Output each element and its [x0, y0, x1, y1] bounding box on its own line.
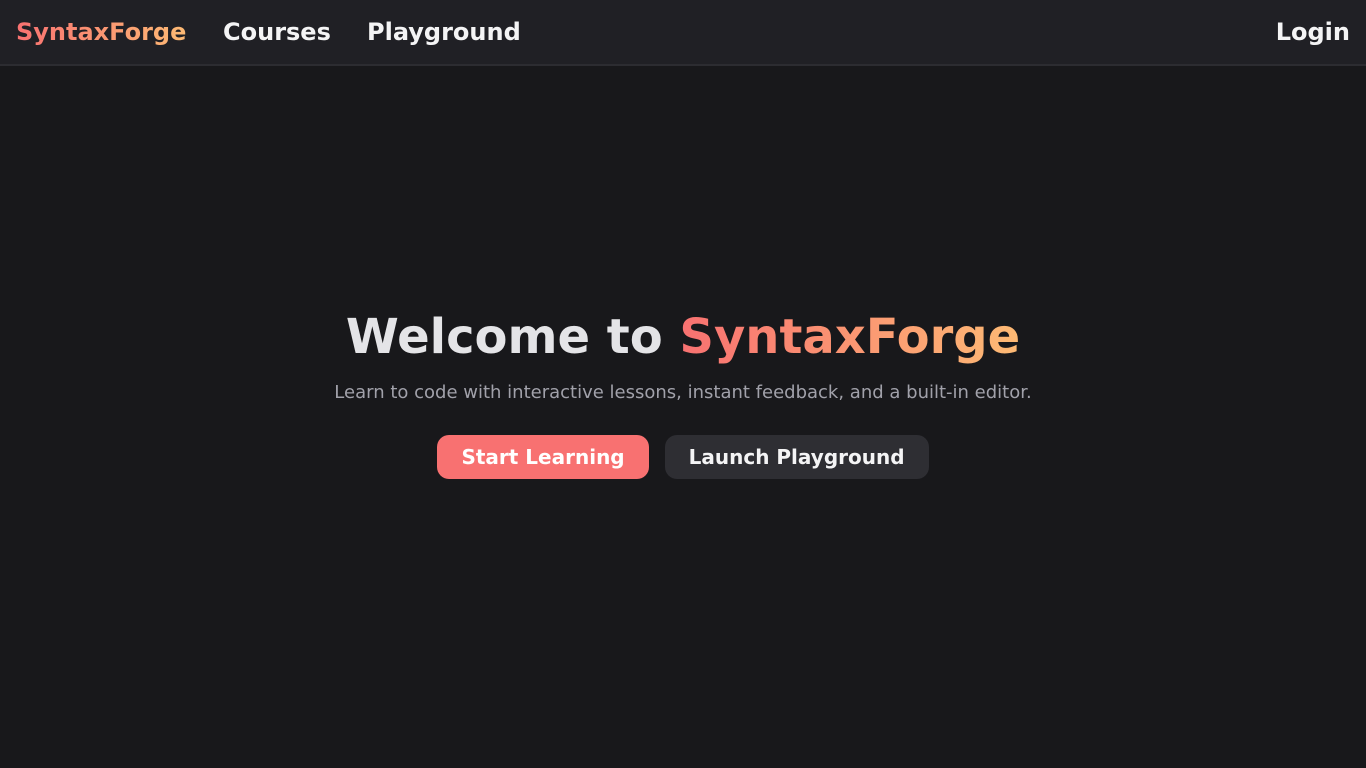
- hero-section: Welcome to SyntaxForge Learn to code wit…: [0, 306, 1366, 479]
- nav-link-playground[interactable]: Playground: [367, 0, 521, 64]
- hero-title-brand: SyntaxForge: [679, 309, 1021, 365]
- nav-link-courses[interactable]: Courses: [223, 0, 331, 64]
- launch-playground-button[interactable]: Launch Playground: [664, 435, 929, 479]
- hero-actions: Start Learning Launch Playground: [0, 435, 1366, 479]
- hero-subtitle: Learn to code with interactive lessons, …: [334, 382, 1032, 403]
- brand-logo-link[interactable]: SyntaxForge: [16, 0, 186, 64]
- hero-title-prefix: Welcome to: [345, 309, 680, 365]
- start-learning-button[interactable]: Start Learning: [437, 435, 649, 479]
- top-navbar: SyntaxForge Courses Playground Login: [0, 0, 1366, 66]
- hero-title: Welcome to SyntaxForge: [0, 306, 1366, 368]
- login-link[interactable]: Login: [1276, 0, 1350, 64]
